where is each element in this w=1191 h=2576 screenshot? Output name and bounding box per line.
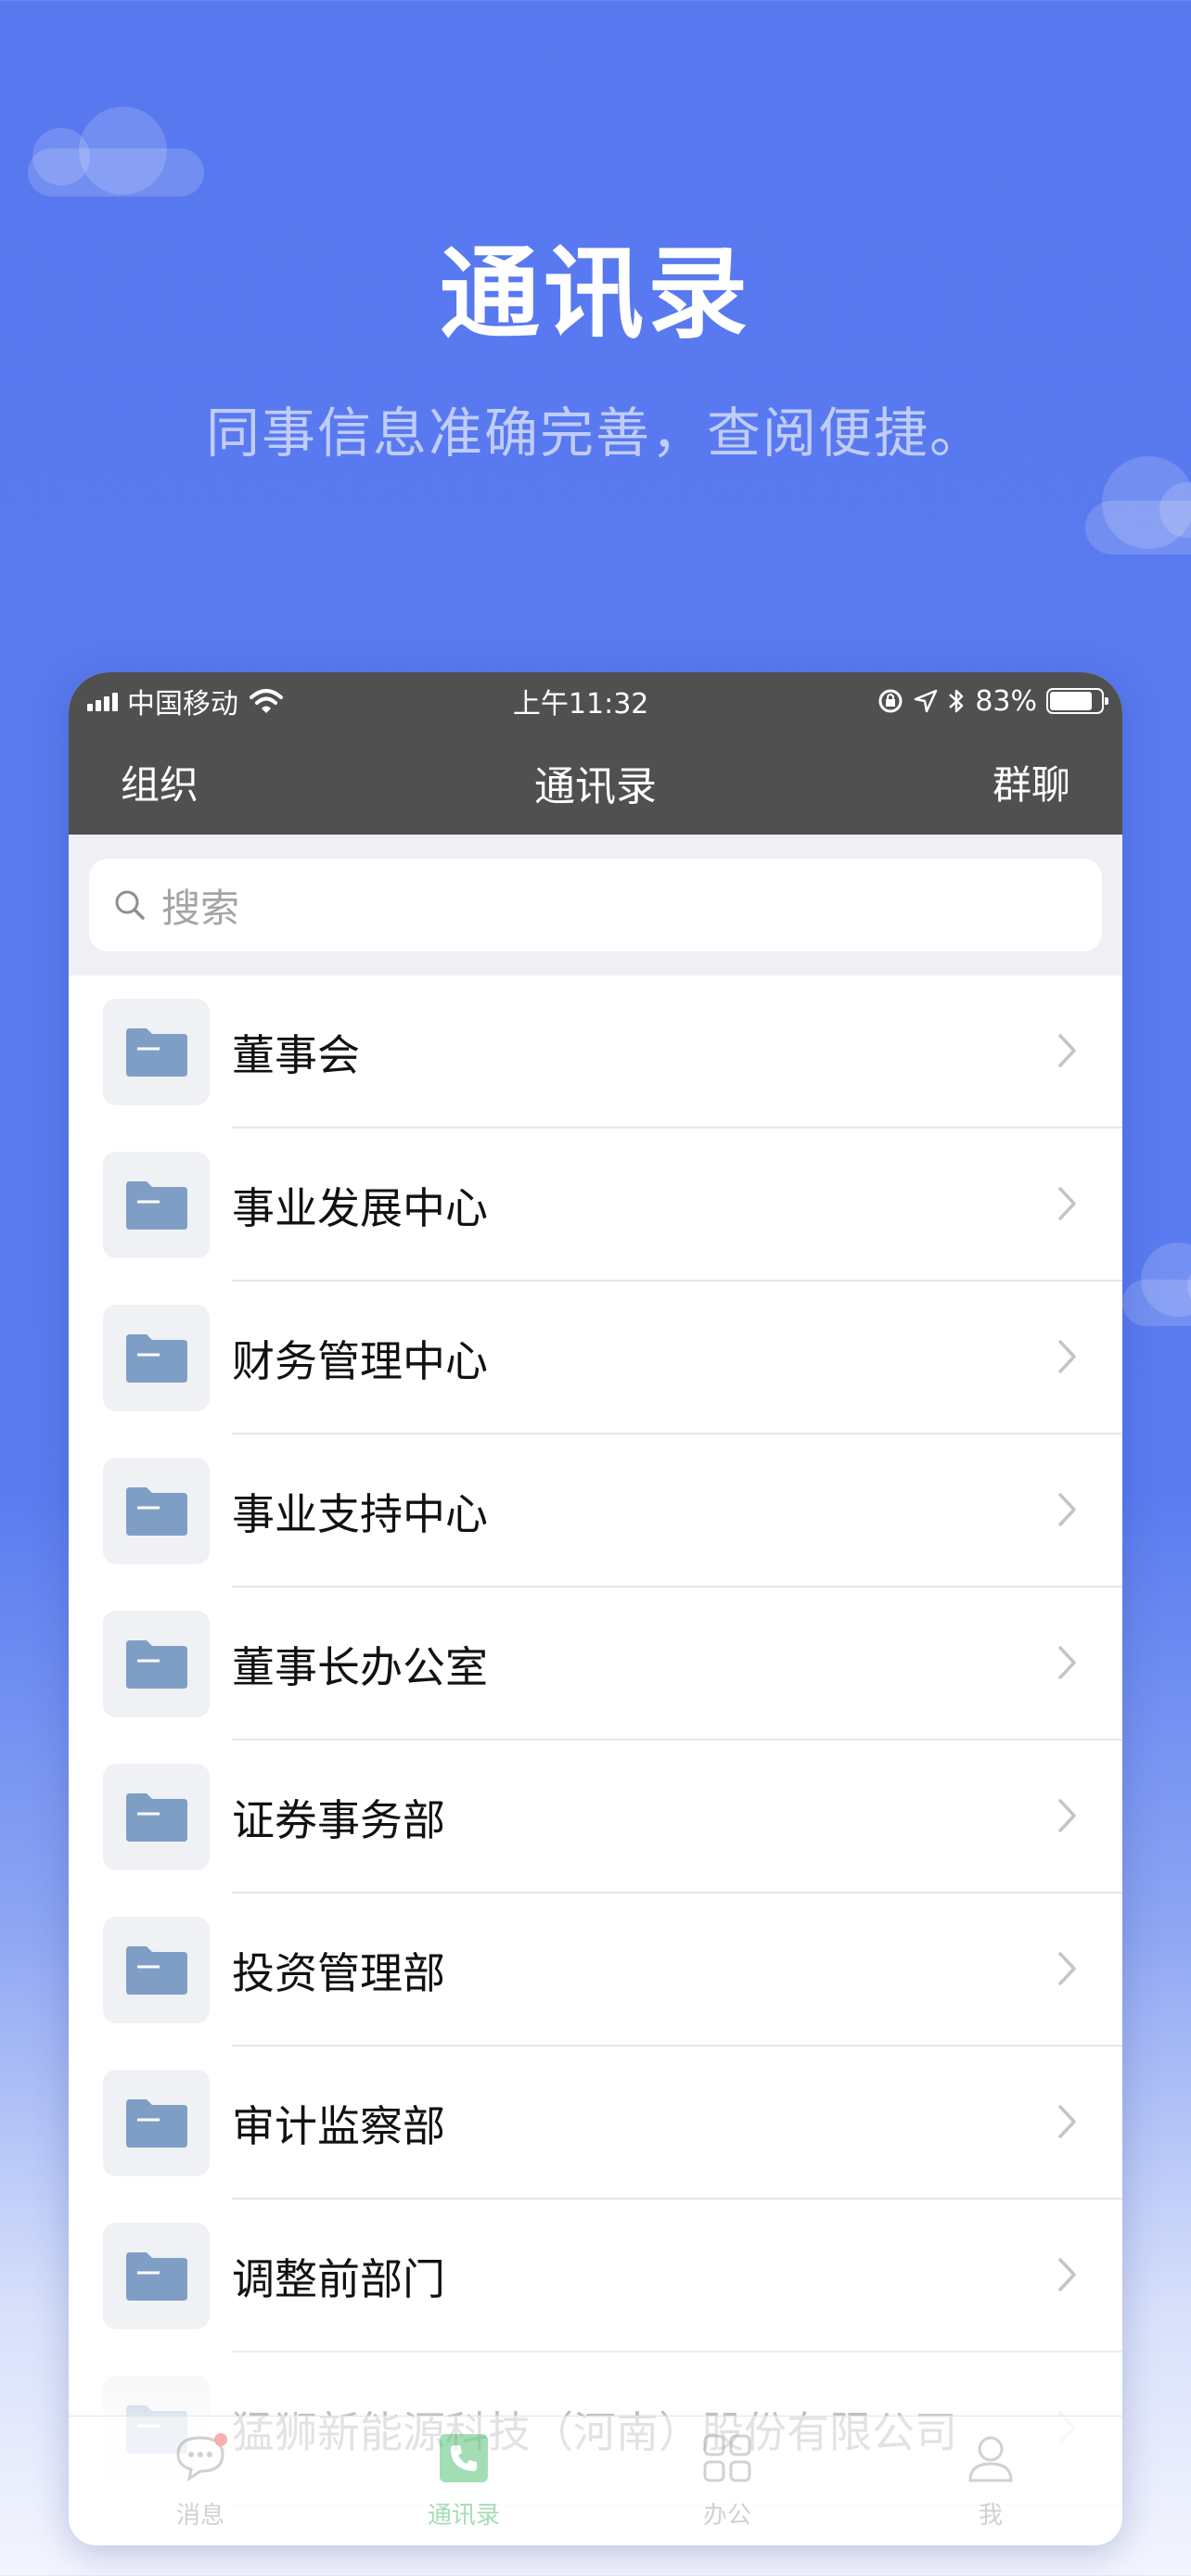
apps-grid-icon: [701, 2432, 753, 2491]
group-chat-button[interactable]: 群聊: [992, 754, 1070, 810]
chevron-right-icon: [1057, 1339, 1078, 1378]
tab-item[interactable]: 我: [859, 2417, 1122, 2545]
chevron-right-icon: [1057, 2257, 1078, 2296]
tab-label: 通讯录: [427, 2501, 500, 2530]
chevron-right-icon: [1057, 2104, 1078, 2143]
battery-percent: 83%: [975, 684, 1037, 718]
folder-icon: [103, 1305, 210, 1411]
tab-label: 消息: [175, 2501, 224, 2530]
tab-item[interactable]: 办公: [596, 2417, 859, 2545]
search-icon: [115, 890, 145, 920]
chevron-right-icon: [1057, 1186, 1078, 1225]
phone-screen: 中国移动 上午11:32 83% 组织 通讯录 群聊 搜索 董事会 事业发展中心…: [69, 672, 1122, 2545]
search-input[interactable]: 搜索: [89, 859, 1102, 951]
battery-fill: [1050, 692, 1092, 710]
chevron-right-icon: [1057, 1033, 1078, 1072]
department-name: 证券事务部: [232, 1794, 445, 1845]
department-name: 董事会: [232, 1029, 360, 1080]
department-row[interactable]: 调整前部门: [69, 2200, 1122, 2353]
department-row[interactable]: 董事长办公室: [69, 1588, 1122, 1741]
battery-icon: [1046, 688, 1108, 714]
department-row[interactable]: 投资管理部: [69, 1894, 1122, 2047]
department-row[interactable]: 董事会: [69, 976, 1122, 1129]
folder-icon: [103, 1917, 210, 2023]
nav-title: 通讯录: [534, 762, 657, 810]
search-area: 搜索: [69, 835, 1122, 976]
tab-label: 办公: [702, 2501, 751, 2530]
chevron-right-icon: [1057, 1645, 1078, 1684]
folder-icon: [103, 1764, 210, 1870]
bluetooth-icon: [949, 689, 964, 713]
department-name: 审计监察部: [232, 2100, 445, 2151]
cloud-decoration: [1085, 456, 1191, 555]
rotation-lock-icon: [878, 689, 903, 713]
hero-title: 通讯录: [439, 236, 751, 352]
department-name: 财务管理中心: [232, 1335, 488, 1386]
folder-icon: [103, 2223, 210, 2329]
department-list: 董事会 事业发展中心 财务管理中心 事业支持中心 董事长办公室 证券事务部 投资…: [69, 976, 1122, 2506]
department-row[interactable]: 证券事务部: [69, 1741, 1122, 1894]
folder-icon: [103, 2070, 210, 2176]
chevron-right-icon: [1057, 1951, 1078, 1990]
folder-icon: [103, 1611, 210, 1717]
department-name: 事业支持中心: [232, 1488, 488, 1539]
location-arrow-icon: [915, 689, 938, 713]
folder-icon: [103, 1458, 210, 1564]
hero-subtitle: 同事信息准确完善，查阅便捷。: [205, 402, 985, 465]
department-name: 调整前部门: [232, 2253, 445, 2304]
cloud-decoration: [28, 107, 204, 197]
person-icon: [965, 2432, 1017, 2491]
folder-icon: [103, 999, 210, 1105]
chevron-right-icon: [1057, 1492, 1078, 1531]
tab-bar: 消息 通讯录 办公 我: [69, 2416, 1122, 2545]
folder-icon: [103, 1152, 210, 1258]
cloud-decoration: [1122, 1243, 1191, 1326]
carrier-name: 中国移动: [127, 688, 238, 721]
status-bar: 中国移动 上午11:32 83%: [69, 672, 1122, 730]
chat-bubble-icon: [173, 2432, 228, 2491]
department-name: 投资管理部: [232, 1947, 445, 1998]
department-row[interactable]: 事业发展中心: [69, 1129, 1122, 1282]
department-name: 董事长办公室: [232, 1641, 488, 1692]
wifi-icon: [250, 689, 283, 713]
contacts-phone-icon: [438, 2432, 490, 2491]
org-button[interactable]: 组织: [121, 754, 198, 810]
signal-icon: [87, 691, 118, 711]
tab-label: 我: [978, 2501, 1003, 2530]
chevron-right-icon: [1057, 1798, 1078, 1837]
nav-bar: 组织 通讯录 群聊: [69, 730, 1122, 835]
tab-item[interactable]: 消息: [69, 2417, 332, 2545]
department-row[interactable]: 事业支持中心: [69, 1435, 1122, 1588]
search-placeholder: 搜索: [161, 885, 240, 931]
tab-item[interactable]: 通讯录: [332, 2417, 596, 2545]
status-time: 上午11:32: [512, 688, 649, 721]
department-row[interactable]: 财务管理中心: [69, 1282, 1122, 1435]
department-name: 事业发展中心: [232, 1182, 488, 1233]
department-row[interactable]: 审计监察部: [69, 2047, 1122, 2200]
